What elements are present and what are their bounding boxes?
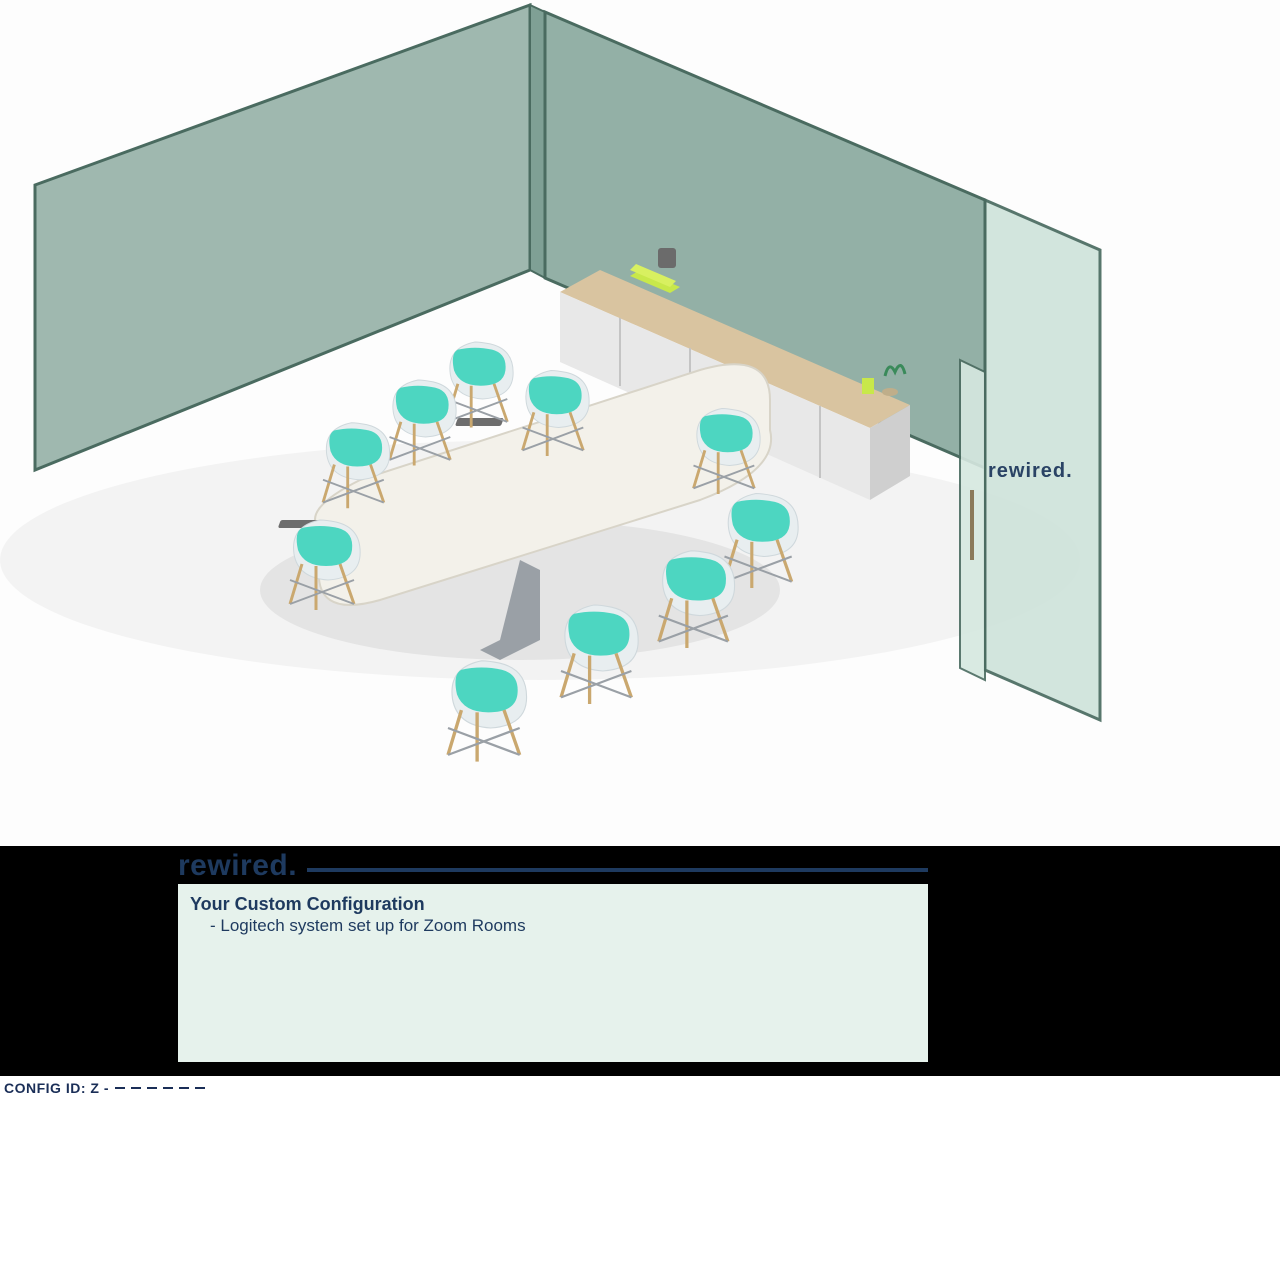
config-card-title: Your Custom Configuration	[190, 894, 916, 915]
config-id-segment	[179, 1087, 189, 1089]
config-id-segment	[147, 1087, 157, 1089]
brand-logo: rewired.	[178, 849, 297, 883]
config-id-segment	[195, 1087, 205, 1089]
config-card-item: - Logitech system set up for Zoom Rooms	[190, 915, 916, 938]
config-card: Your Custom Configuration - Logitech sys…	[178, 884, 928, 1062]
brand-logo-rule	[307, 868, 928, 872]
config-id-label: CONFIG ID: Z -	[4, 1080, 109, 1096]
door-glass-logo: rewired.	[988, 460, 1073, 483]
config-id-segment	[115, 1087, 125, 1089]
config-id-segment	[163, 1087, 173, 1089]
brand-logo-row: rewired.	[178, 850, 928, 882]
config-id-segment	[131, 1087, 141, 1089]
room-illustration: rewired.	[0, 0, 1280, 846]
config-id-footer: CONFIG ID: Z -	[0, 1076, 205, 1100]
